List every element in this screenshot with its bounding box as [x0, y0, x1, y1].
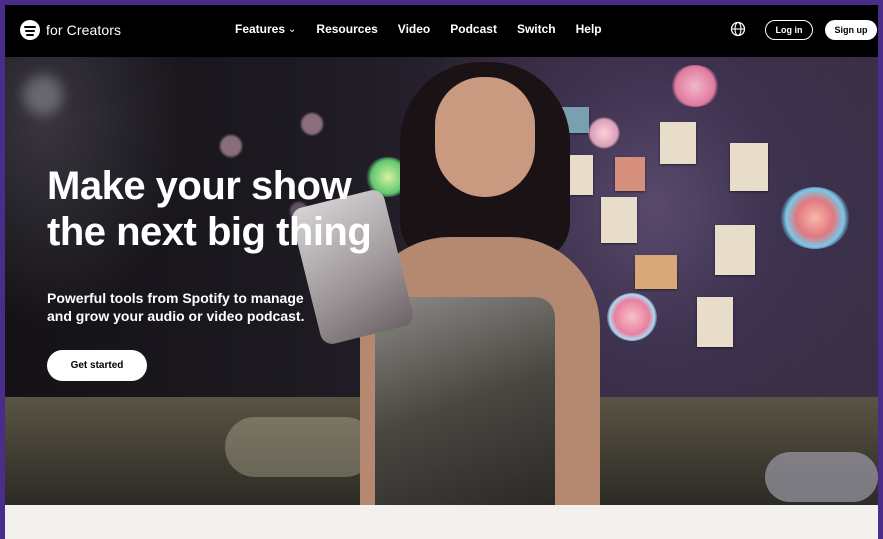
nav-item-label: Video: [397, 22, 431, 36]
spotify-logo-icon: [20, 20, 40, 40]
browser-viewport: for Creators Features ⌄ Resources Video …: [5, 5, 878, 539]
hero-subheading: Powerful tools from Spotify to manage an…: [47, 289, 367, 325]
login-button[interactable]: Log in: [765, 20, 813, 40]
get-started-button[interactable]: Get started: [47, 350, 147, 381]
top-navigation: for Creators Features ⌄ Resources Video …: [5, 5, 878, 57]
main-menu: Features ⌄ Resources Video Podcast Switc…: [235, 22, 602, 36]
globe-icon[interactable]: [730, 21, 746, 37]
signup-button[interactable]: Sign up: [825, 20, 877, 40]
nav-item-podcast[interactable]: Podcast: [450, 22, 497, 36]
nav-item-features[interactable]: Features ⌄: [235, 22, 296, 36]
brand-link[interactable]: for Creators: [20, 20, 121, 40]
nav-item-help[interactable]: Help: [576, 22, 602, 36]
chevron-down-icon: ⌄: [288, 23, 297, 35]
next-section-strip: [5, 505, 878, 539]
headline-line-1: Make your show: [47, 164, 352, 208]
nav-item-video[interactable]: Video: [398, 22, 430, 36]
nav-item-label: Resources: [316, 22, 378, 36]
nav-item-label: Features: [235, 22, 286, 36]
hero-section: Make your show the next big thing Powerf…: [5, 57, 878, 505]
headline-line-2: the next big thing: [47, 210, 372, 254]
nav-item-switch[interactable]: Switch: [517, 22, 556, 36]
subheading-line-2: and grow your audio or video podcast.: [47, 308, 305, 324]
nav-item-label: Help: [575, 22, 602, 36]
nav-item-resources[interactable]: Resources: [316, 22, 377, 36]
nav-item-label: Podcast: [450, 22, 497, 36]
nav-item-label: Switch: [516, 22, 556, 36]
subheading-line-1: Powerful tools from Spotify to manage: [47, 290, 304, 306]
hero-headline: Make your show the next big thing: [47, 163, 447, 255]
brand-text: for Creators: [46, 22, 122, 38]
